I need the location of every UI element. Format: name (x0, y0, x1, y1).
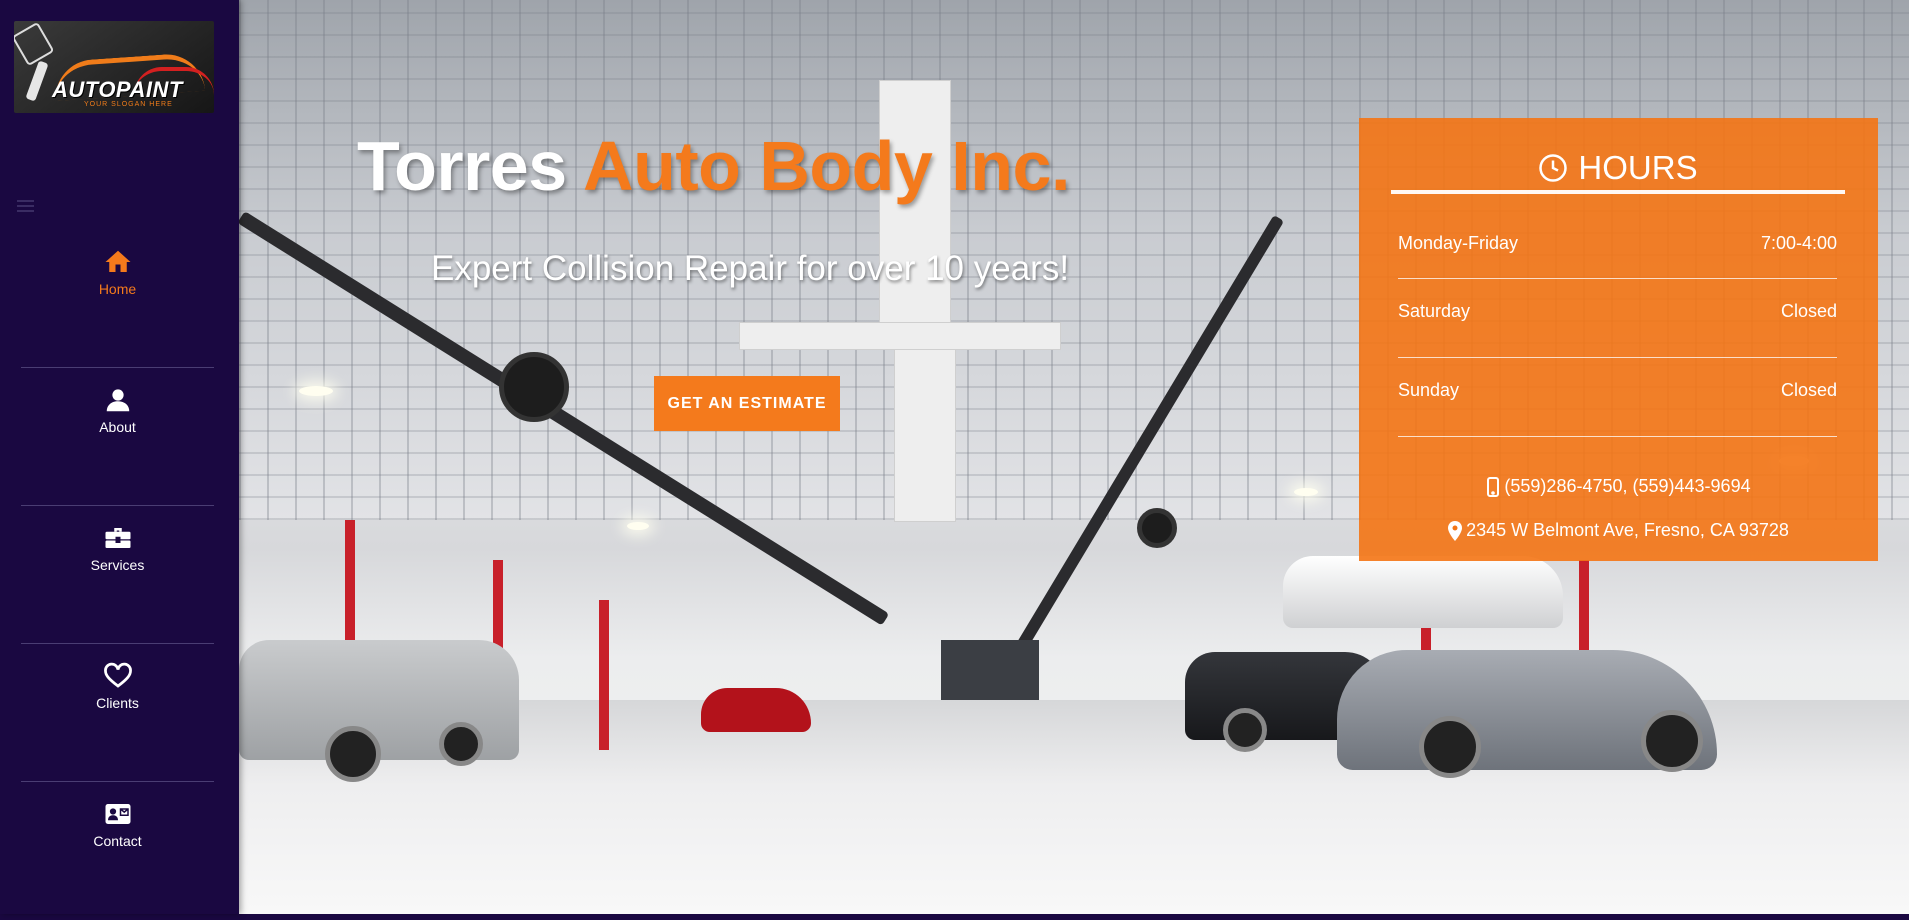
hours-row: Saturday Closed (1398, 279, 1837, 358)
phone-line: (559)286-4750, (559)443-9694 (1359, 476, 1878, 497)
address-line: 2345 W Belmont Ave, Fresno, CA 93728 (1359, 520, 1878, 541)
spray-gun-graphic (14, 21, 55, 67)
hours-day: Monday-Friday (1398, 233, 1519, 253)
ceiling-duct (739, 322, 1061, 350)
hours-time: 7:00-4:00 (1760, 233, 1837, 253)
car-wheel (1641, 710, 1703, 772)
ceiling-duct (894, 330, 956, 522)
sidebar: AUTOPAINT YOUR SLOGAN HERE Home About Se… (0, 0, 239, 914)
phone-icon (1487, 476, 1500, 497)
ceiling-duct (879, 80, 951, 342)
sidebar-item-services[interactable]: Services (21, 523, 214, 644)
title-accent: Auto Body Inc. (583, 127, 1070, 205)
autopaint-logo[interactable]: AUTOPAINT YOUR SLOGAN HERE (14, 21, 214, 113)
hours-time: Closed (1780, 380, 1837, 400)
toolbox-icon (105, 528, 130, 548)
map-marker-icon (1448, 520, 1463, 541)
hours-row: Sunday Closed (1398, 358, 1837, 437)
hamburger-icon[interactable] (17, 200, 34, 212)
ceiling-lamp (299, 386, 333, 396)
ceiling-lamp (1294, 488, 1318, 496)
contact-card-icon (105, 804, 130, 824)
sidebar-item-label: Services (90, 557, 145, 573)
car-white-lifted (1283, 556, 1563, 628)
hours-day: Saturday (1398, 301, 1471, 321)
clock-icon (1539, 154, 1568, 182)
address-text[interactable]: 2345 W Belmont Ave, Fresno, CA 93728 (1466, 520, 1789, 541)
car-wheel (1419, 716, 1481, 778)
sidebar-item-clients[interactable]: Clients (21, 661, 214, 782)
phone-numbers[interactable]: (559)286-4750, (559)443-9694 (1504, 476, 1750, 497)
page-title: Torres Auto Body Inc. (357, 126, 1070, 206)
sidebar-item-contact[interactable]: Contact (21, 799, 214, 920)
hours-title-text: HOURS (1578, 149, 1698, 186)
car-red-sedan (701, 688, 811, 732)
car-wheel (1223, 708, 1267, 752)
hose-reel (1137, 508, 1177, 548)
hours-row: Monday-Friday 7:00-4:00 (1398, 233, 1837, 279)
sidebar-item-home[interactable]: Home (21, 247, 214, 368)
hours-panel: HOURS Monday-Friday 7:00-4:00 Saturday C… (1359, 118, 1878, 561)
car-wheel (325, 726, 381, 782)
sidebar-item-label: Contact (93, 833, 142, 849)
title-main: Torres (357, 127, 567, 205)
hours-day: Sunday (1398, 380, 1460, 400)
sidebar-nav: Home About Services Clients Contact (21, 230, 214, 920)
hours-heading: HOURS (1391, 146, 1845, 194)
get-estimate-button[interactable]: GET AN ESTIMATE (654, 376, 840, 431)
sidebar-item-label: Home (98, 281, 137, 297)
car-lift-post (599, 600, 609, 750)
user-icon (106, 389, 129, 412)
heart-icon (103, 662, 132, 688)
sidebar-item-label: Clients (96, 695, 139, 711)
hose-reel (499, 352, 569, 422)
car-wheel (439, 722, 483, 766)
home-icon (105, 250, 130, 272)
logo-brand-text: AUTOPAINT (52, 77, 183, 102)
hero-subtitle: Expert Collision Repair for over 10 year… (431, 249, 1070, 288)
sidebar-item-label: About (99, 419, 136, 435)
sidebar-item-about[interactable]: About (21, 385, 214, 506)
spray-gun-handle-graphic (25, 60, 49, 102)
hours-table: Monday-Friday 7:00-4:00 Saturday Closed … (1398, 233, 1837, 437)
logo-slogan-text: YOUR SLOGAN HERE (84, 101, 173, 108)
ceiling-lamp (627, 522, 649, 530)
hours-time: Closed (1780, 301, 1837, 321)
